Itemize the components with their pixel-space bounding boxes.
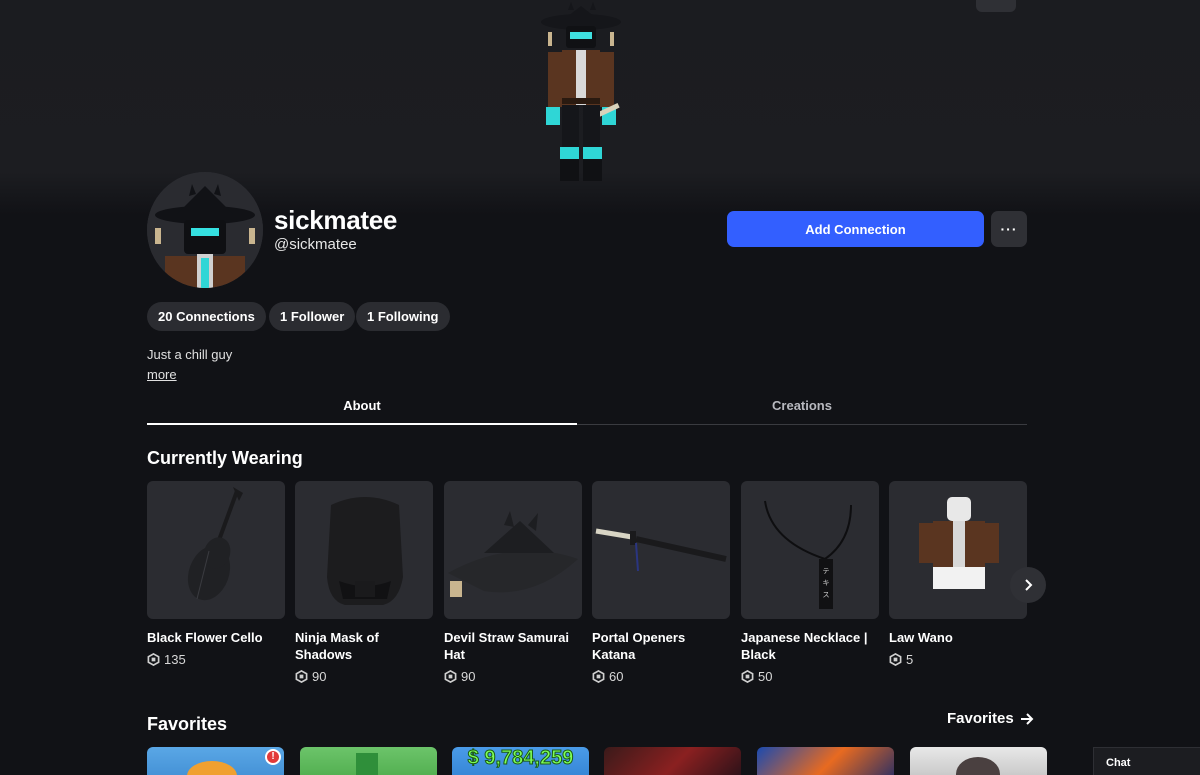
svg-text:キ: キ xyxy=(823,579,830,587)
item-name[interactable]: Black Flower Cello xyxy=(147,629,285,646)
favorites-title: Favorites xyxy=(147,714,228,734)
wearing-item[interactable]: テ キ ス Japanese Necklace | Black 50 xyxy=(741,481,879,684)
bio-more-link[interactable]: more xyxy=(147,367,177,382)
profile-tabs: About Creations xyxy=(147,385,1027,425)
robux-icon xyxy=(889,653,902,666)
add-connection-button[interactable]: Add Connection xyxy=(727,211,984,247)
game-character xyxy=(956,757,1000,775)
robux-icon xyxy=(444,670,457,683)
item-price-value: 60 xyxy=(609,669,624,684)
robux-icon xyxy=(741,670,754,683)
favorite-game-tile[interactable]: $ 9,784,259 xyxy=(452,747,589,775)
tab-creations[interactable]: Creations xyxy=(587,385,1017,425)
display-name: sickmatee xyxy=(274,205,398,235)
currently-wearing-title: Currently Wearing xyxy=(147,448,303,468)
wearing-item[interactable]: Devil Straw Samurai Hat 90 xyxy=(444,481,582,684)
followers-count-button[interactable]: 1 Follower xyxy=(269,302,356,331)
username: @sickmatee xyxy=(274,236,357,253)
svg-text:ス: ス xyxy=(823,591,830,599)
wearing-item[interactable]: Portal Openers Katana 60 xyxy=(592,481,730,684)
favorite-game-tile[interactable] xyxy=(910,747,1047,775)
item-thumbnail[interactable] xyxy=(592,481,730,619)
item-name[interactable]: Portal Openers Katana xyxy=(592,629,730,663)
tab-about[interactable]: About xyxy=(147,385,577,425)
avatar-headshot xyxy=(147,172,263,288)
item-thumbnail[interactable] xyxy=(295,481,433,619)
item-thumbnail[interactable] xyxy=(889,481,1027,619)
item-thumbnail[interactable] xyxy=(147,481,285,619)
item-price: 5 xyxy=(889,652,1027,667)
item-name[interactable]: Law Wano xyxy=(889,629,1027,646)
profile-bio: Just a chill guy xyxy=(147,347,233,362)
item-price-value: 135 xyxy=(164,652,186,667)
svg-text:テ: テ xyxy=(823,567,830,575)
item-thumbnail[interactable]: テ キ ス xyxy=(741,481,879,619)
robux-icon xyxy=(147,653,160,666)
alert-icon: ! xyxy=(265,749,281,765)
wearing-item[interactable]: Law Wano 5 xyxy=(889,481,1027,667)
item-price: 50 xyxy=(741,669,879,684)
game-character xyxy=(356,753,378,775)
wearing-item[interactable]: Black Flower Cello 135 xyxy=(147,481,285,667)
item-price-value: 90 xyxy=(461,669,476,684)
item-price-value: 50 xyxy=(758,669,773,684)
item-price-value: 5 xyxy=(906,652,914,667)
connections-count-button[interactable]: 20 Connections xyxy=(147,302,266,331)
item-price: 60 xyxy=(592,669,730,684)
chat-button[interactable]: Chat xyxy=(1093,747,1200,775)
favorite-game-tile[interactable] xyxy=(757,747,894,775)
game-tile-text: $ 9,784,259 xyxy=(467,747,574,770)
favorite-game-tile[interactable]: ! xyxy=(147,747,284,775)
item-price: 90 xyxy=(295,669,433,684)
arrow-right-icon xyxy=(1020,712,1034,725)
item-name[interactable]: Japanese Necklace | Black xyxy=(741,629,879,663)
more-options-button[interactable]: ··· xyxy=(991,211,1027,247)
item-thumbnail[interactable] xyxy=(444,481,582,619)
item-price-value: 90 xyxy=(312,669,327,684)
avatar-full-body xyxy=(541,2,621,181)
favorite-game-tile[interactable] xyxy=(300,747,437,775)
item-price: 135 xyxy=(147,652,285,667)
hero-options-button[interactable] xyxy=(976,0,1016,12)
favorites-see-all-link[interactable]: Favorites xyxy=(947,710,1034,727)
item-price: 90 xyxy=(444,669,582,684)
chevron-right-icon xyxy=(1025,579,1033,591)
following-count-button[interactable]: 1 Following xyxy=(356,302,450,331)
favorite-game-tile[interactable] xyxy=(604,747,741,775)
item-name[interactable]: Devil Straw Samurai Hat xyxy=(444,629,582,663)
item-name[interactable]: Ninja Mask of Shadows xyxy=(295,629,433,663)
favorites-link-label: Favorites xyxy=(947,710,1014,727)
robux-icon xyxy=(295,670,308,683)
wearing-item[interactable]: Ninja Mask of Shadows 90 xyxy=(295,481,433,684)
robux-icon xyxy=(592,670,605,683)
carousel-next-button[interactable] xyxy=(1010,567,1046,603)
game-character xyxy=(187,761,237,775)
